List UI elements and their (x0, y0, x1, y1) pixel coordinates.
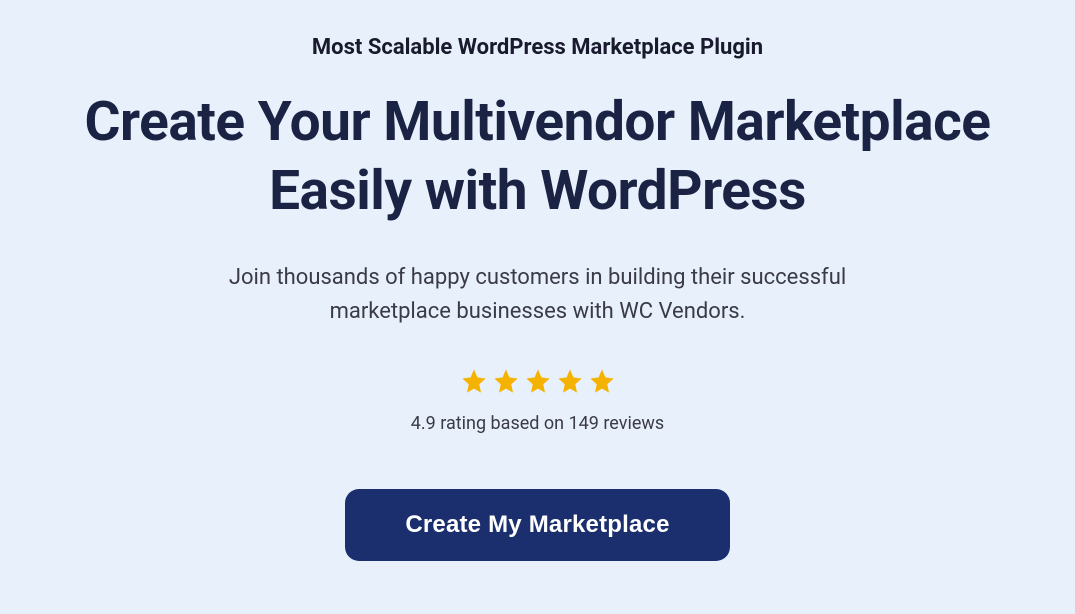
star-icon (524, 367, 552, 399)
eyebrow-text: Most Scalable WordPress Marketplace Plug… (312, 35, 763, 60)
star-icon (492, 367, 520, 399)
rating-text: 4.9 rating based on 149 reviews (411, 413, 664, 434)
create-marketplace-button[interactable]: Create My Marketplace (345, 489, 729, 561)
star-icon (460, 367, 488, 399)
subheadline-text: Join thousands of happy customers in bui… (178, 261, 898, 329)
star-icon (556, 367, 584, 399)
page-headline: Create Your Multivendor Marketplace Easi… (38, 88, 1038, 226)
star-icon (588, 367, 616, 399)
star-rating (460, 367, 616, 399)
